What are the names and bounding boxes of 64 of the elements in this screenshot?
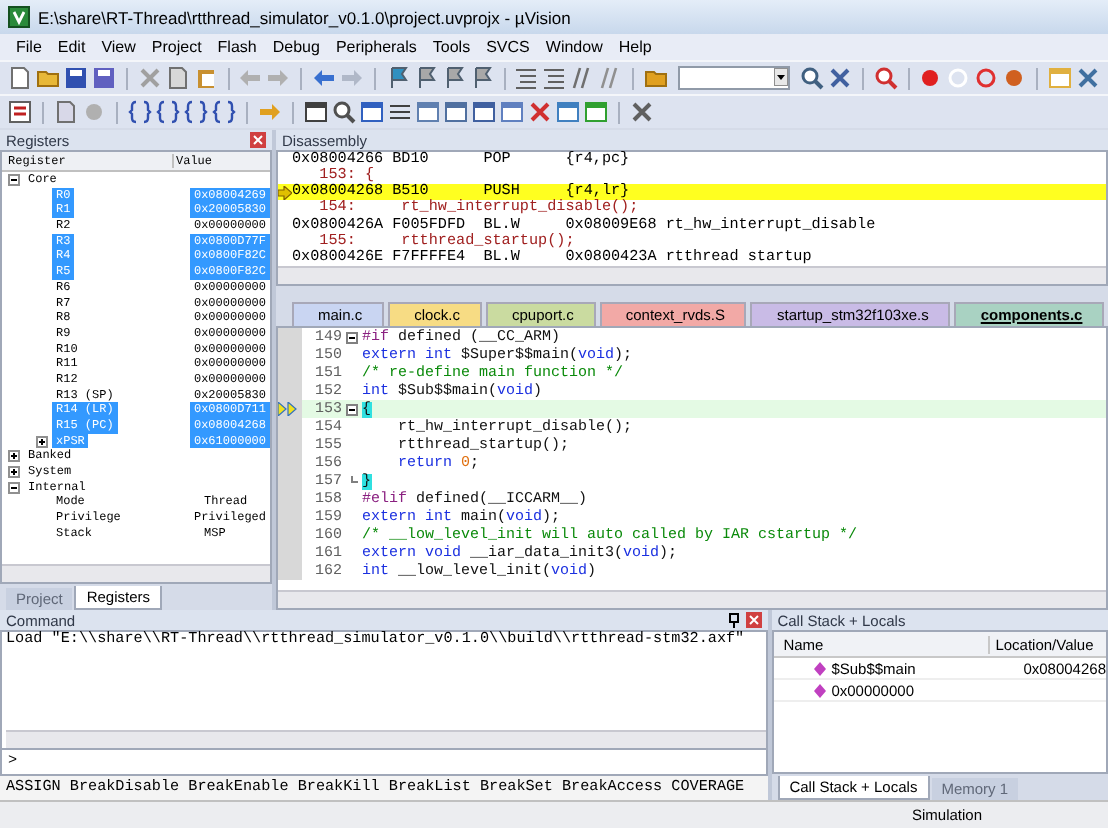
- menu-item[interactable]: Edit: [57, 38, 86, 56]
- dropdown-arrow-icon[interactable]: [773, 68, 788, 86]
- current-line-arrow-icon: [278, 402, 298, 416]
- step-over-icon[interactable]: [156, 100, 180, 124]
- expand-icon[interactable]: [36, 435, 48, 448]
- system-viewer-icon[interactable]: [584, 100, 608, 124]
- fold-icon[interactable]: [346, 331, 358, 343]
- flag-icon[interactable]: [469, 66, 494, 90]
- pin-icon[interactable]: [727, 612, 740, 628]
- trace-window-icon[interactable]: [556, 100, 580, 124]
- app-icon: [8, 6, 30, 28]
- expand-icon[interactable]: [8, 450, 20, 463]
- indent-icon[interactable]: [514, 66, 539, 90]
- window-title: E:\share\RT-Thread\rtthread_simulator_v0.1.0\project.uvprojx - µVision: [38, 7, 571, 27]
- flag-icon[interactable]: [413, 66, 438, 90]
- menu-item[interactable]: Tools: [432, 38, 471, 56]
- scrollbar[interactable]: [278, 265, 1106, 284]
- collapse-icon[interactable]: [8, 481, 20, 494]
- menu-item[interactable]: SVCS: [486, 38, 530, 56]
- uncomment-icon[interactable]: [598, 66, 623, 90]
- serial-window-icon[interactable]: [500, 100, 524, 124]
- menu-item[interactable]: Peripherals: [335, 38, 417, 56]
- folder-icon[interactable]: [644, 66, 669, 90]
- watch-window-icon[interactable]: [444, 100, 468, 124]
- current-line-arrow-icon: [278, 185, 292, 200]
- run-to-cursor-icon[interactable]: [212, 100, 236, 124]
- call-stack-window-icon[interactable]: [416, 100, 440, 124]
- scrollbar[interactable]: [2, 564, 270, 582]
- symbols-window-icon[interactable]: [360, 100, 384, 124]
- flag-icon[interactable]: [385, 66, 410, 90]
- outdent-icon[interactable]: [542, 66, 567, 90]
- disassembly-window-icon[interactable]: [332, 100, 356, 124]
- save-all-icon[interactable]: [92, 66, 116, 90]
- scrollbar[interactable]: [278, 590, 1106, 608]
- new-file-icon[interactable]: [8, 66, 32, 90]
- memory-window-icon[interactable]: [472, 100, 496, 124]
- command-window-icon[interactable]: [304, 100, 328, 124]
- close-icon[interactable]: [250, 132, 266, 148]
- fold-icon[interactable]: [346, 403, 358, 415]
- menu-item[interactable]: Help: [618, 38, 652, 56]
- scrollbar[interactable]: [6, 730, 766, 748]
- breakpoint-icon[interactable]: [918, 66, 943, 90]
- flag-icon[interactable]: [441, 66, 466, 90]
- find-field[interactable]: [678, 66, 790, 90]
- back-arrow-icon[interactable]: [312, 66, 337, 90]
- menu-item[interactable]: Project: [151, 38, 202, 56]
- step-into-icon[interactable]: [128, 100, 152, 124]
- menu-item[interactable]: View: [101, 38, 136, 56]
- copy-icon[interactable]: [165, 66, 190, 90]
- search-icon[interactable]: [799, 66, 824, 90]
- save-icon[interactable]: [64, 66, 88, 90]
- collapse-icon[interactable]: [8, 173, 20, 186]
- menu-item[interactable]: Window: [545, 38, 603, 56]
- menu-item[interactable]: Debug: [272, 38, 320, 56]
- menu-item[interactable]: File: [16, 38, 42, 56]
- close-icon[interactable]: [745, 612, 762, 628]
- registers-window-icon[interactable]: [388, 100, 412, 124]
- menu-item[interactable]: Flash: [217, 38, 257, 56]
- comment-icon[interactable]: [570, 66, 595, 90]
- expand-icon[interactable]: [8, 465, 20, 478]
- zoom-icon[interactable]: [873, 66, 898, 90]
- step-out-icon[interactable]: [184, 100, 208, 124]
- reset-icon[interactable]: [8, 100, 32, 124]
- open-folder-icon[interactable]: [36, 66, 60, 90]
